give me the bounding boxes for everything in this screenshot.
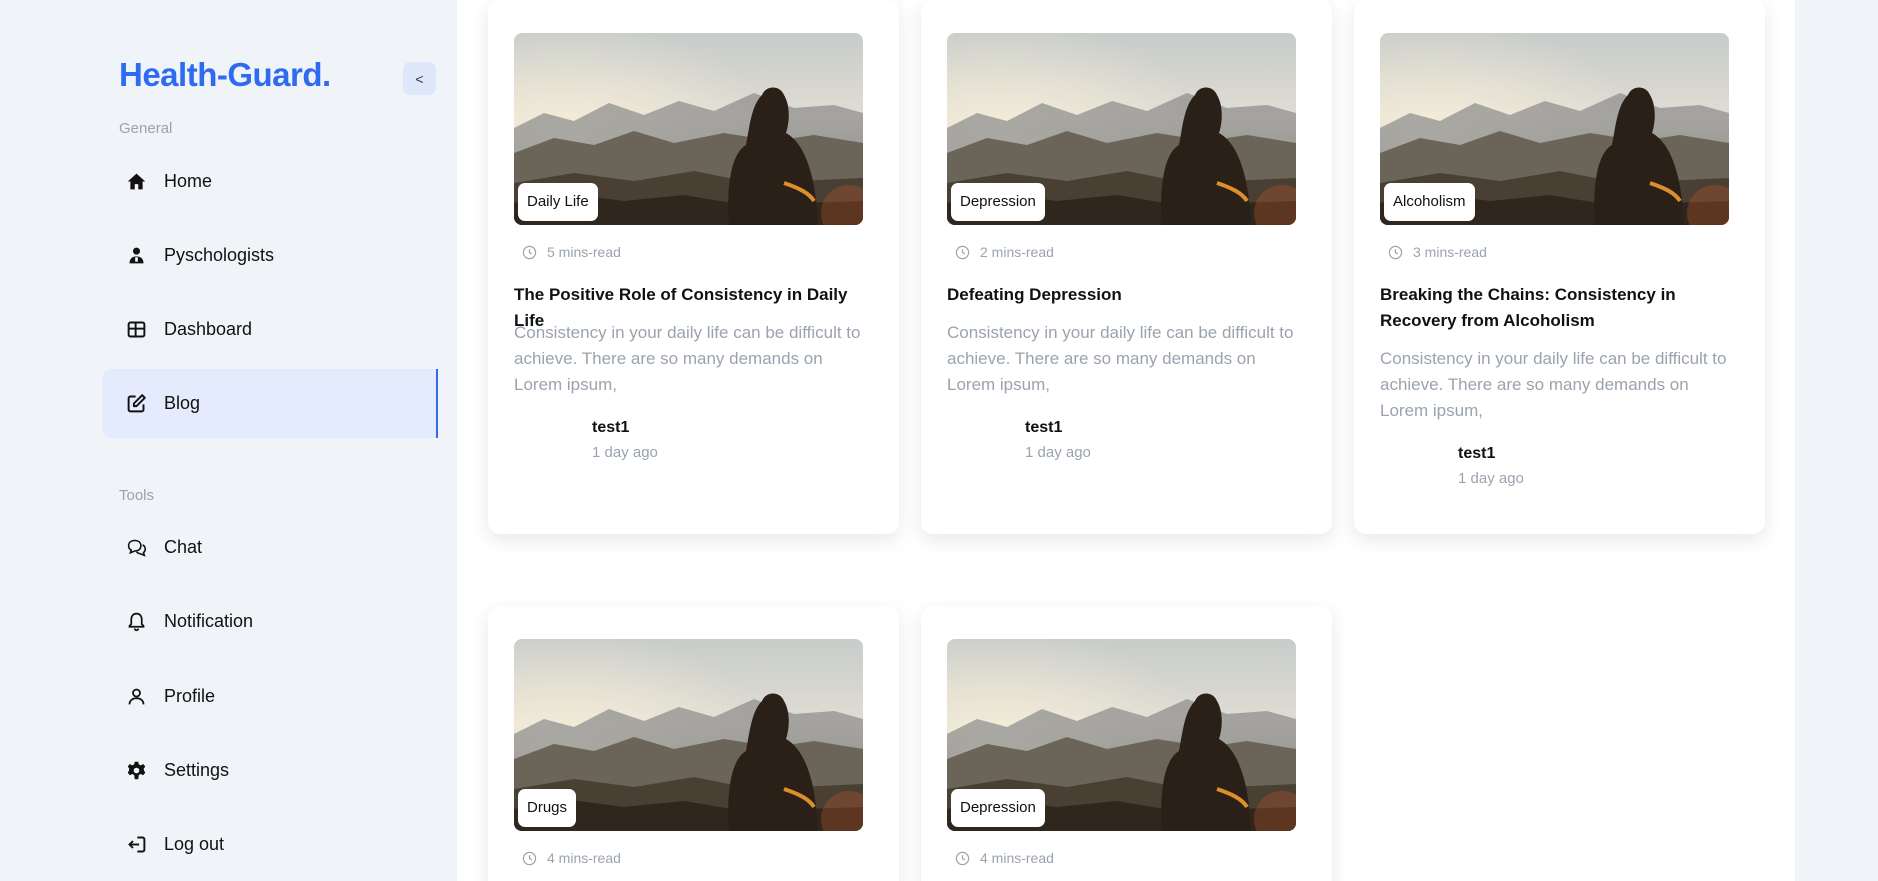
category-tag[interactable]: Alcoholism: [1384, 183, 1475, 221]
author-name: test1: [1025, 419, 1063, 436]
sidebar-item-profile[interactable]: Profile: [102, 662, 438, 731]
gear-icon: [126, 760, 152, 782]
post-age: 1 day ago: [1458, 470, 1524, 487]
psychologist-icon: [126, 245, 152, 267]
clock-icon: [522, 851, 537, 866]
sidebar-item-settings[interactable]: Settings: [102, 736, 438, 805]
sidebar-item-dashboard[interactable]: Dashboard: [102, 295, 438, 364]
clock-icon: [955, 245, 970, 260]
sidebar-item-label: Dashboard: [164, 319, 253, 339]
logout-icon: [126, 834, 152, 856]
sidebar-item-label: Home: [164, 171, 213, 191]
sidebar-item-label: Pyschologists: [164, 245, 275, 265]
category-tag[interactable]: Daily Life: [518, 183, 598, 221]
blog-title[interactable]: Breaking the Chains: Consistency in Reco…: [1380, 282, 1735, 334]
sidebar-item-logout[interactable]: Log out: [102, 810, 438, 879]
sidebar-item-label: Notification: [164, 611, 254, 631]
blog-content: Daily Life 5 mins-read The Positive Role…: [457, 0, 1795, 881]
clock-icon: [955, 851, 970, 866]
blog-excerpt: Consistency in your daily life can be di…: [947, 323, 1294, 394]
post-age: 1 day ago: [592, 444, 658, 461]
edit-icon: [126, 393, 152, 415]
sidebar-item-label: Chat: [164, 537, 203, 557]
page-background: [1795, 0, 1878, 881]
blog-card[interactable]: Daily Life 5 mins-read The Positive Role…: [488, 0, 899, 534]
blog-card[interactable]: Depression 4 mins-read: [921, 606, 1332, 881]
blog-card-image[interactable]: Alcoholism: [1380, 33, 1729, 225]
brand-logo[interactable]: Health-Guard.: [119, 56, 331, 94]
blog-card-image[interactable]: Depression: [947, 639, 1296, 831]
read-time: 5 mins-read: [522, 244, 621, 260]
user-icon: [126, 686, 152, 708]
section-label-tools: Tools: [119, 487, 155, 504]
section-label-general: General: [119, 120, 173, 137]
read-time-label: 4 mins-read: [547, 850, 621, 866]
blog-card-image[interactable]: Daily Life: [514, 33, 863, 225]
dashboard-icon: [126, 319, 152, 341]
blog-excerpt: Consistency in your daily life can be di…: [1380, 349, 1727, 420]
sidebar-item-label: Settings: [164, 760, 230, 780]
sidebar-item-psychologists[interactable]: Pyschologists: [102, 221, 438, 290]
author-name: test1: [592, 419, 630, 436]
chat-icon: [126, 537, 152, 559]
sidebar-item-home[interactable]: Home: [102, 147, 438, 216]
blog-card[interactable]: Alcoholism 3 mins-read Breaking the Chai…: [1354, 0, 1765, 534]
sidebar: Health-Guard. < General Home Pyschologis…: [0, 0, 457, 881]
read-time: 4 mins-read: [522, 850, 621, 866]
sidebar-item-label: Blog: [164, 393, 201, 413]
collapse-sidebar-button[interactable]: <: [403, 62, 436, 95]
sidebar-item-label: Log out: [164, 834, 225, 854]
sidebar-item-blog[interactable]: Blog: [102, 369, 438, 438]
clock-icon: [522, 245, 537, 260]
read-time-label: 4 mins-read: [980, 850, 1054, 866]
blog-card[interactable]: Depression 2 mins-read Defeating Depress…: [921, 0, 1332, 534]
sidebar-item-notification[interactable]: Notification: [102, 587, 438, 656]
read-time-label: 2 mins-read: [980, 244, 1054, 260]
bell-icon: [126, 611, 152, 633]
blog-card-image[interactable]: Drugs: [514, 639, 863, 831]
category-tag[interactable]: Drugs: [518, 789, 577, 827]
read-time: 3 mins-read: [1388, 244, 1487, 260]
sidebar-item-chat[interactable]: Chat: [102, 513, 438, 582]
category-tag[interactable]: Depression: [951, 789, 1045, 827]
read-time-label: 5 mins-read: [547, 244, 621, 260]
post-age: 1 day ago: [1025, 444, 1091, 461]
read-time-label: 3 mins-read: [1413, 244, 1487, 260]
blog-title[interactable]: Defeating Depression: [947, 282, 1302, 308]
clock-icon: [1388, 245, 1403, 260]
home-icon: [126, 171, 152, 193]
category-tag[interactable]: Depression: [951, 183, 1045, 221]
blog-card-image[interactable]: Depression: [947, 33, 1296, 225]
blog-card[interactable]: Drugs 4 mins-read: [488, 606, 899, 881]
read-time: 2 mins-read: [955, 244, 1054, 260]
read-time: 4 mins-read: [955, 850, 1054, 866]
blog-excerpt: Consistency in your daily life can be di…: [514, 323, 861, 394]
sidebar-item-label: Profile: [164, 686, 216, 706]
author-name: test1: [1458, 445, 1496, 462]
